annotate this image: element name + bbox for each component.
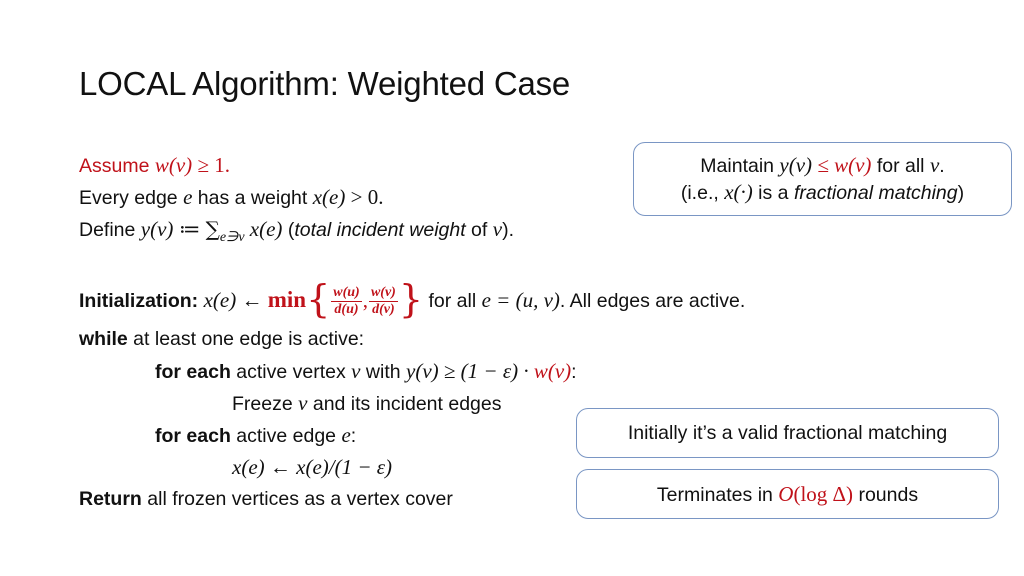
maintain-text-1: Maintain [700,155,780,177]
while-keyword: while [79,328,128,350]
big-o-symbol: O [778,481,794,506]
maintain-bound-expr: ≤ w(v) [812,153,872,177]
maintain-l2-text-1: (i.e., [680,182,725,204]
update-expr: x(e) ← x(e)/(1 − ε) [232,455,393,479]
for-edge-text-2: : [350,425,357,447]
return-line: Return all frozen vertices as a vertex c… [79,486,453,512]
return-keyword: Return [79,488,142,510]
min-operator: min [267,287,307,312]
define-line: Define y(v) ≔ ∑e∋v x(e) (total incident … [79,216,514,251]
maintain-text-2: for all [871,155,930,177]
sum-subscript: e∋v [219,230,245,245]
terminates-text-1: Terminates in [656,483,779,506]
for-edge-text-1: active edge [230,425,342,447]
while-line: while at least one edge is active: [79,326,364,352]
for-each-keyword: for each [155,425,231,447]
maintain-l2-text-3: ) [957,182,965,204]
freeze-text-2: and its incident edges [307,393,502,415]
callout-initially-text: Initially it’s a valid fractional matchi… [627,422,948,444]
define-y-expr: y(v) [140,217,174,241]
maintain-y-expr: y(v) [779,153,813,177]
update-line: x(e) ← x(e)/(1 − ε) [232,454,392,481]
callout-initially-valid: Initially it’s a valid fractional matchi… [576,408,999,458]
initialization-label: Initialization: [79,290,199,312]
fraction-u-numerator: w(u) [331,285,362,303]
define-italic-text: total incident weight [294,219,466,241]
maintain-text-3: . [939,155,945,177]
edge-weight-line: Every edge e has a weight x(e) > 0. [79,184,383,211]
define-text-4: ). [502,219,514,241]
assume-expr: w(v) [154,153,193,177]
maintain-italic-text: fractional matching [793,182,958,204]
left-brace: { [306,276,331,321]
maintain-v-symbol: v [929,153,940,177]
init-lhs: x(e) [203,288,237,312]
init-edge-expr: e = (u, v) [481,288,560,312]
init-text-2: . All edges are active. [559,290,746,312]
freeze-condition-expr: y(v) ≥ (1 − ε) · [406,359,534,383]
assume-line: Assume w(v) ≥ 1. [79,152,230,179]
init-text-1: for all [423,290,482,312]
fraction-v-denominator: d(v) [372,302,395,318]
define-operator: ≔ [173,217,206,241]
return-text: all frozen vertices as a vertex cover [141,488,453,510]
fraction-u-denominator: d(u) [334,302,359,318]
edge-weight-relation: > 0. [345,185,384,209]
maintain-l2-text-2: is a [752,182,794,204]
callout-maintain-line-2: (i.e., x(·) is a fractional matching) [681,179,964,206]
while-text: at least one edge is active: [127,328,365,350]
freeze-text-1: Freeze [232,393,299,415]
for-vertex-text-3: : [571,361,577,383]
assume-relation: ≥ 1. [192,153,230,177]
callout-terminates-line: Terminates in O(log Δ) rounds [657,481,918,508]
edge-symbol: e [341,423,351,447]
callout-terminates: Terminates in O(log Δ) rounds [576,469,999,519]
define-text-3: of [465,219,493,241]
maintain-x-expr: x(·) [724,180,753,204]
for-vertex-text-2: with [360,361,406,383]
for-each-vertex-line: for each active vertex v with y(v) ≥ (1 … [155,358,577,385]
freeze-line: Freeze v and its incident edges [232,390,502,417]
sum-symbol: ∑ [205,217,220,241]
define-v-symbol: v [492,217,503,241]
init-arrow: ← [236,288,268,312]
for-each-keyword: for each [155,361,231,383]
fraction-v-numerator: w(v) [368,285,398,303]
terminates-text-2: rounds [853,483,919,506]
define-x-expr: x(e) [244,217,283,241]
for-vertex-text-1: active vertex [230,361,352,383]
assume-word: Assume [79,155,155,177]
freeze-condition-weight: w(v) [533,359,572,383]
right-brace: } [398,276,424,321]
callout-maintain-line-1: Maintain y(v) ≤ w(v) for all v. [700,152,944,179]
edge-symbol: e [183,185,193,209]
edge-text-1: Every edge [79,187,184,209]
fraction-v: w(v) d(v) [368,285,398,318]
init-min-expression: min{w(u) d(u), w(v) d(v)} [267,280,423,318]
initialization-line: Initialization: x(e) ← min{w(u) d(u), w(v)… [79,278,745,322]
edge-weight-expr: x(e) [312,185,346,209]
for-each-edge-line: for each active edge e: [155,422,356,449]
callout-maintain: Maintain y(v) ≤ w(v) for all v. (i.e., x… [633,142,1012,216]
fraction-u: w(u) d(u) [331,285,362,318]
fraction-comma: , [362,288,368,312]
edge-text-2: has a weight [192,187,313,209]
define-text-1: Define [79,219,141,241]
define-text-2: ( [282,219,295,241]
log-delta-expr: (log Δ) [793,481,854,506]
slide-title: LOCAL Algorithm: Weighted Case [79,65,571,102]
